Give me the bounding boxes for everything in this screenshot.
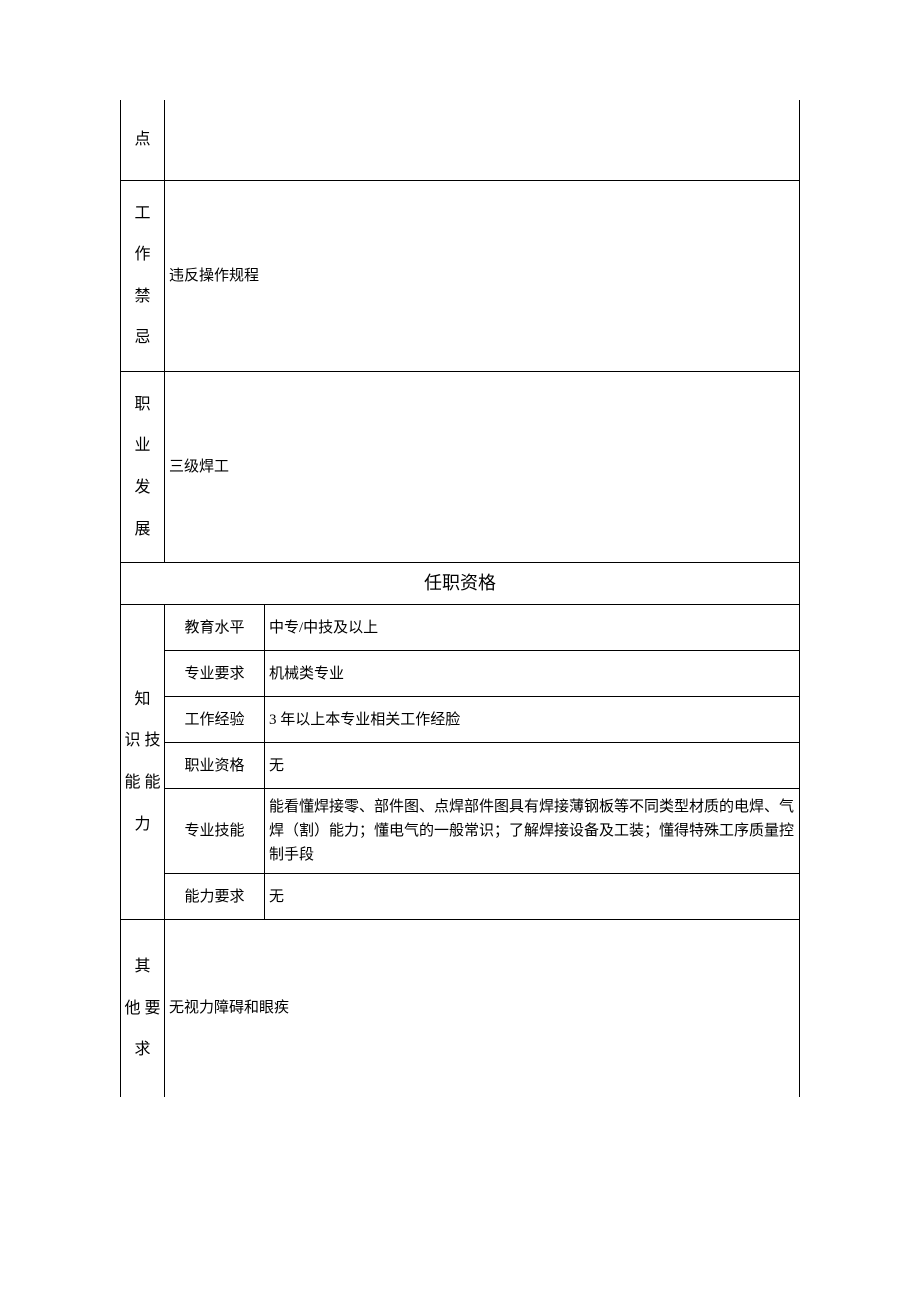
label-other: 其 他 要 求 bbox=[121, 920, 165, 1097]
row-other: 其 他 要 求 无视力障碍和眼疾 bbox=[121, 920, 800, 1097]
section-header: 任职资格 bbox=[121, 563, 800, 605]
sub-edu: 教育水平 bbox=[165, 605, 265, 651]
row-ability: 能力要求 无 bbox=[121, 874, 800, 920]
val-major: 机械类专业 bbox=[265, 651, 800, 697]
sub-exp: 工作经验 bbox=[165, 697, 265, 743]
document-table: 点 工 作 禁 忌 违反操作规程 职 业 发 展 三级焊工 任职资格 知 识 技… bbox=[120, 100, 800, 1097]
value-other: 无视力障碍和眼疾 bbox=[165, 920, 800, 1097]
row-gzjj: 工 作 禁 忌 违反操作规程 bbox=[121, 180, 800, 371]
row-zyfz: 职 业 发 展 三级焊工 bbox=[121, 371, 800, 562]
row-major: 专业要求 机械类专业 bbox=[121, 651, 800, 697]
label-zyfz: 职 业 发 展 bbox=[121, 371, 165, 562]
value-gzjj: 违反操作规程 bbox=[165, 180, 800, 371]
val-edu: 中专/中技及以上 bbox=[265, 605, 800, 651]
val-exp: 3 年以上本专业相关工作经脸 bbox=[265, 697, 800, 743]
row-skill: 专业技能 能看懂焊接零、部件图、点焊部件图具有焊接薄钢板等不同类型材质的电焊、气… bbox=[121, 789, 800, 874]
sub-ability: 能力要求 bbox=[165, 874, 265, 920]
val-ability: 无 bbox=[265, 874, 800, 920]
sub-skill: 专业技能 bbox=[165, 789, 265, 874]
label-gzjj: 工 作 禁 忌 bbox=[121, 180, 165, 371]
value-dian bbox=[165, 100, 800, 180]
row-qual: 职业资格 无 bbox=[121, 743, 800, 789]
val-skill: 能看懂焊接零、部件图、点焊部件图具有焊接薄钢板等不同类型材质的电焊、气焊（割）能… bbox=[265, 789, 800, 874]
sub-qual: 职业资格 bbox=[165, 743, 265, 789]
label-dian: 点 bbox=[121, 100, 165, 180]
value-zyfz: 三级焊工 bbox=[165, 371, 800, 562]
row-exp: 工作经验 3 年以上本专业相关工作经脸 bbox=[121, 697, 800, 743]
sub-major: 专业要求 bbox=[165, 651, 265, 697]
label-zsjn: 知 识 技 能 能 力 bbox=[121, 605, 165, 920]
row-edu: 知 识 技 能 能 力 教育水平 中专/中技及以上 bbox=[121, 605, 800, 651]
val-qual: 无 bbox=[265, 743, 800, 789]
row-dian: 点 bbox=[121, 100, 800, 180]
row-section-header: 任职资格 bbox=[121, 563, 800, 605]
